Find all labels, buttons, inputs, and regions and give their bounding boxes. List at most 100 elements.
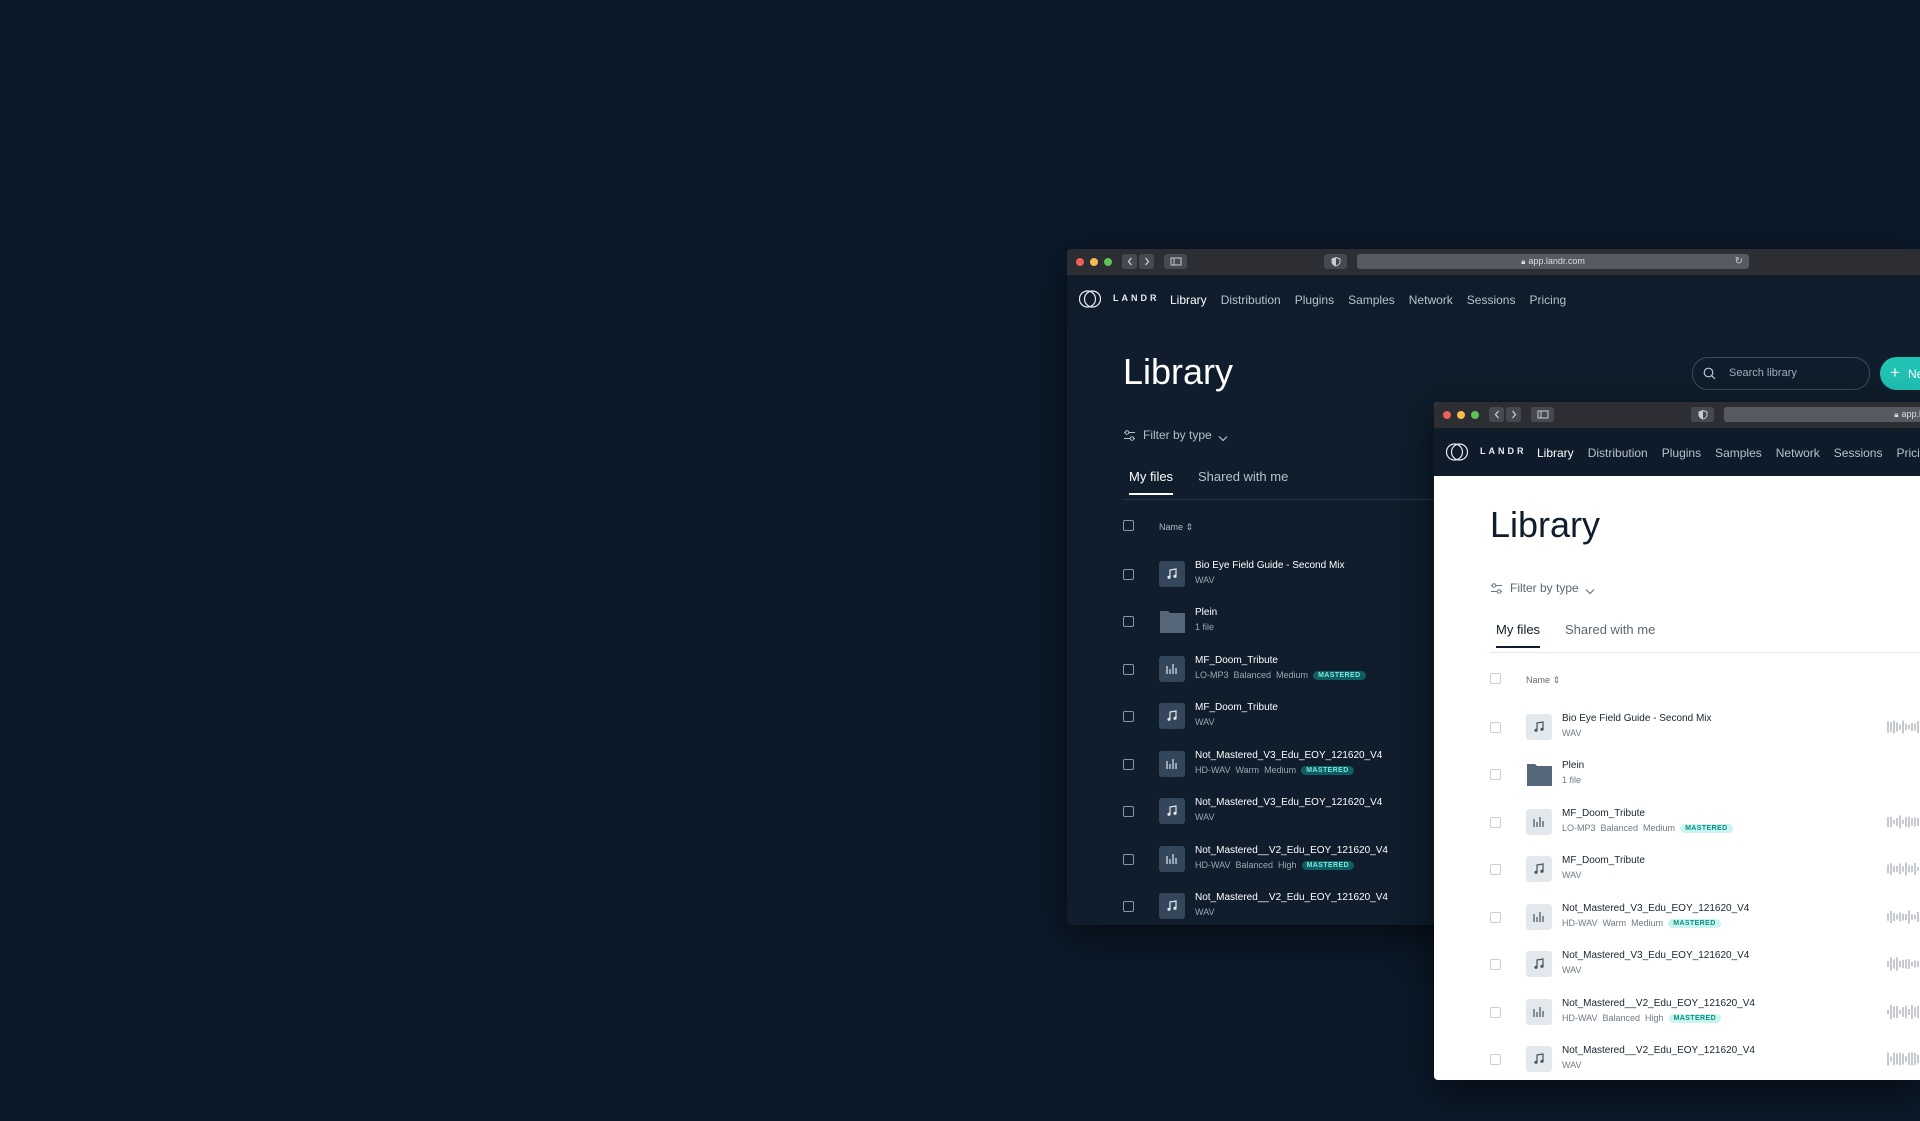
folder-name[interactable]: Plein <box>1562 760 1584 771</box>
privacy-button[interactable] <box>1691 407 1714 422</box>
select-all-checkbox[interactable] <box>1123 520 1134 531</box>
file-name[interactable]: Not_Mastered_V3_Edu_EOY_121620_V4 <box>1562 903 1749 914</box>
sort-by-name[interactable]: Name ⇕ <box>1526 675 1560 686</box>
row-checkbox[interactable] <box>1123 759 1134 770</box>
waveform-preview[interactable] <box>1887 909 1920 925</box>
maximize-window-button[interactable] <box>1104 258 1112 266</box>
sidebar-toggle-button[interactable] <box>1531 407 1554 422</box>
file-row[interactable]: Not_Mastered__V2_Edu_EOY_121620_V4 WAV <box>1490 1039 1920 1079</box>
file-name[interactable]: Not_Mastered__V2_Edu_EOY_121620_V4 <box>1562 1045 1755 1056</box>
nav-pricing[interactable]: Pricing <box>1529 293 1566 307</box>
waveform-preview[interactable] <box>1887 956 1920 972</box>
file-name[interactable]: Not_Mastered__V2_Edu_EOY_121620_V4 <box>1195 845 1388 856</box>
row-checkbox[interactable] <box>1490 817 1501 828</box>
file-name[interactable]: Bio Eye Field Guide - Second Mix <box>1562 713 1712 724</box>
forward-button[interactable] <box>1506 407 1521 422</box>
new-button[interactable]: + New <box>1880 357 1920 390</box>
file-name[interactable]: MF_Doom_Tribute <box>1562 855 1645 866</box>
nav-network[interactable]: Network <box>1409 293 1453 307</box>
row-checkbox[interactable] <box>1490 959 1501 970</box>
nav-samples[interactable]: Samples <box>1715 446 1762 460</box>
landr-logo-icon <box>1446 443 1468 461</box>
nav-distribution[interactable]: Distribution <box>1221 293 1281 307</box>
filter-by-type-dropdown[interactable]: Filter by type <box>1123 428 1228 442</box>
waveform-preview[interactable] <box>1887 719 1920 735</box>
file-name[interactable]: MF_Doom_Tribute <box>1195 702 1278 713</box>
file-name[interactable]: Not_Mastered_V3_Edu_EOY_121620_V4 <box>1195 750 1382 761</box>
waveform-preview[interactable] <box>1887 1004 1920 1020</box>
file-row[interactable]: Plein 1 file <box>1490 754 1920 794</box>
nav-distribution[interactable]: Distribution <box>1588 446 1648 460</box>
nav-samples[interactable]: Samples <box>1348 293 1395 307</box>
nav-library[interactable]: Library <box>1170 293 1207 307</box>
tab-shared-with-me[interactable]: Shared with me <box>1565 622 1655 637</box>
file-format: WAV <box>1562 728 1582 738</box>
forward-button[interactable] <box>1139 254 1154 269</box>
sidebar-icon <box>1537 410 1548 419</box>
nav-sessions[interactable]: Sessions <box>1467 293 1516 307</box>
file-name[interactable]: Bio Eye Field Guide - Second Mix <box>1195 560 1345 571</box>
minimize-window-button[interactable] <box>1090 258 1098 266</box>
file-name[interactable]: Not_Mastered__V2_Edu_EOY_121620_V4 <box>1195 892 1388 903</box>
file-row[interactable]: Not_Mastered__V2_Edu_EOY_121620_V4 HD-WA… <box>1490 992 1920 1032</box>
tab-my-files[interactable]: My files <box>1129 469 1174 495</box>
row-checkbox[interactable] <box>1123 854 1134 865</box>
search-input[interactable]: Search library <box>1692 357 1870 390</box>
file-name[interactable]: Not_Mastered_V3_Edu_EOY_121620_V4 <box>1195 797 1382 808</box>
row-checkbox[interactable] <box>1490 912 1501 923</box>
address-bar[interactable]: 🔒︎app.landr.com <box>1724 407 1920 422</box>
row-checkbox[interactable] <box>1490 864 1501 875</box>
row-checkbox[interactable] <box>1123 569 1134 580</box>
maximize-window-button[interactable] <box>1471 411 1479 419</box>
tab-shared-with-me[interactable]: Shared with me <box>1198 469 1288 484</box>
row-checkbox[interactable] <box>1123 616 1134 627</box>
waveform-preview[interactable] <box>1887 1051 1920 1067</box>
row-checkbox[interactable] <box>1123 664 1134 675</box>
file-row[interactable]: MF_Doom_Tribute WAV <box>1490 849 1920 889</box>
back-button[interactable] <box>1489 407 1504 422</box>
row-checkbox[interactable] <box>1123 901 1134 912</box>
file-tabs: My files Shared with me <box>1490 618 1920 653</box>
file-row[interactable]: Not_Mastered_V3_Edu_EOY_121620_V4 WAV <box>1490 944 1920 984</box>
nav-plugins[interactable]: Plugins <box>1662 446 1701 460</box>
tab-my-files[interactable]: My files <box>1496 622 1541 648</box>
file-row[interactable]: MF_Doom_Tribute LO-MP3 Balanced Medium MAST… <box>1490 802 1920 842</box>
file-name[interactable]: Not_Mastered__V2_Edu_EOY_121620_V4 <box>1562 998 1755 1009</box>
waveform-preview[interactable] <box>1887 861 1920 877</box>
nav-library[interactable]: Library <box>1537 446 1574 460</box>
row-checkbox[interactable] <box>1490 1007 1501 1018</box>
file-row[interactable]: Bio Eye Field Guide - Second Mix WAV <box>1490 707 1920 747</box>
waveform-preview[interactable] <box>1887 814 1920 830</box>
row-checkbox[interactable] <box>1490 722 1501 733</box>
row-checkbox[interactable] <box>1123 711 1134 722</box>
file-meta: 1 file <box>1562 775 1586 785</box>
mastering-style: Balanced <box>1233 670 1272 680</box>
filter-by-type-dropdown[interactable]: Filter by type <box>1490 581 1595 595</box>
minimize-window-button[interactable] <box>1457 411 1465 419</box>
row-checkbox[interactable] <box>1123 806 1134 817</box>
file-row[interactable]: Not_Mastered_V3_Edu_EOY_121620_V4 HD-WAV… <box>1490 897 1920 937</box>
reload-icon[interactable]: ↻ <box>1735 254 1743 269</box>
row-checkbox[interactable] <box>1490 1054 1501 1065</box>
music-note-icon <box>1526 951 1552 977</box>
folder-name[interactable]: Plein <box>1195 607 1217 618</box>
mastering-style: Warm <box>1602 918 1627 928</box>
nav-plugins[interactable]: Plugins <box>1295 293 1334 307</box>
file-name[interactable]: MF_Doom_Tribute <box>1562 808 1645 819</box>
nav-network[interactable]: Network <box>1776 446 1820 460</box>
address-bar[interactable]: 🔒︎ app.landr.com ↻ <box>1357 254 1749 269</box>
file-meta: WAV <box>1195 907 1220 917</box>
nav-pricing[interactable]: Pricing <box>1896 446 1920 460</box>
close-window-button[interactable] <box>1443 411 1451 419</box>
sort-by-name[interactable]: Name ⇕ <box>1159 522 1193 533</box>
nav-sessions[interactable]: Sessions <box>1834 446 1883 460</box>
chevron-right-icon <box>1144 257 1149 266</box>
sidebar-toggle-button[interactable] <box>1164 254 1187 269</box>
back-button[interactable] <box>1122 254 1137 269</box>
row-checkbox[interactable] <box>1490 769 1501 780</box>
file-name[interactable]: Not_Mastered_V3_Edu_EOY_121620_V4 <box>1562 950 1749 961</box>
close-window-button[interactable] <box>1076 258 1084 266</box>
privacy-button[interactable] <box>1324 254 1347 269</box>
file-name[interactable]: MF_Doom_Tribute <box>1195 655 1278 666</box>
select-all-checkbox[interactable] <box>1490 673 1501 684</box>
